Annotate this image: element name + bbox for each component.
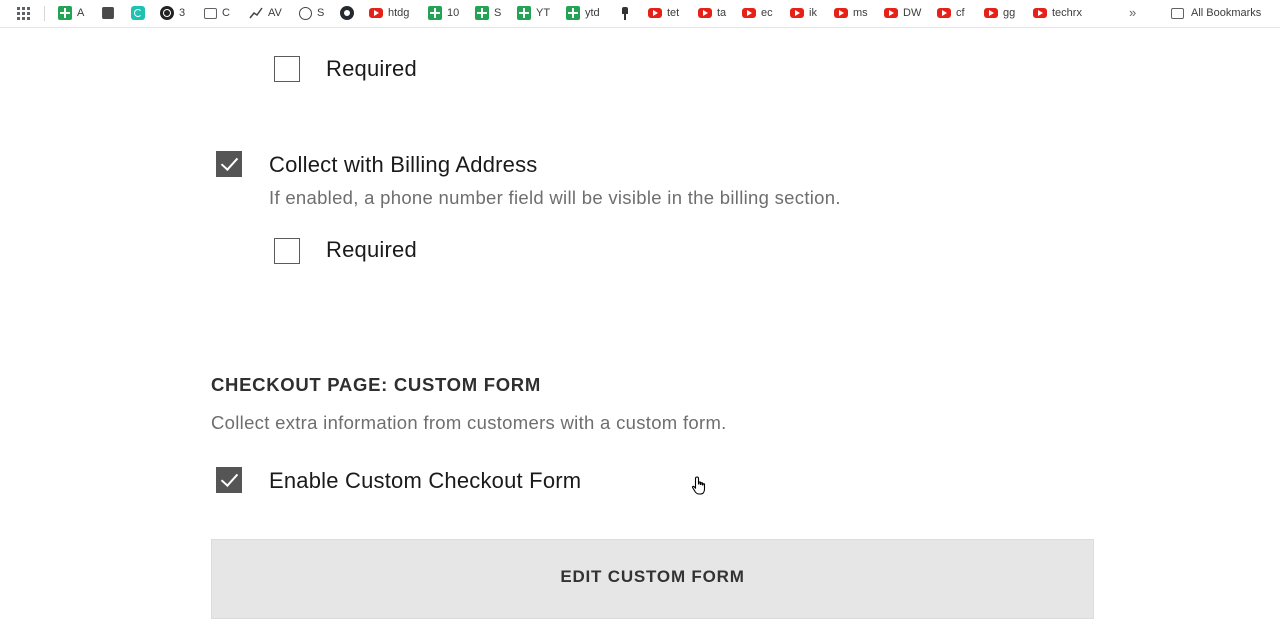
edit-custom-form-label: EDIT CUSTOM FORM bbox=[560, 567, 745, 586]
bookmark-tet[interactable]: tet bbox=[648, 5, 679, 21]
bookmark-ms[interactable]: ms bbox=[834, 5, 868, 21]
bookmark-extension[interactable] bbox=[101, 5, 120, 21]
youtube-icon bbox=[648, 8, 662, 18]
puzzle-icon bbox=[102, 7, 114, 19]
sheets-icon bbox=[428, 6, 442, 20]
all-bookmarks-button[interactable]: All Bookmarks bbox=[1171, 5, 1261, 21]
youtube-icon bbox=[884, 8, 898, 18]
youtube-icon bbox=[984, 8, 998, 18]
sheets-icon bbox=[517, 6, 531, 20]
bookmark-yt[interactable]: YT bbox=[517, 5, 550, 21]
bookmarks-divider bbox=[44, 6, 45, 21]
bookmark-s-globe[interactable]: S bbox=[299, 5, 324, 21]
required-label: Required bbox=[326, 56, 417, 81]
threads-icon bbox=[160, 6, 174, 20]
folder-icon bbox=[204, 7, 217, 19]
bookmark-pin[interactable] bbox=[621, 5, 634, 21]
bookmark-teal-app[interactable] bbox=[131, 5, 150, 21]
bookmark-ec[interactable]: ec bbox=[742, 5, 773, 21]
apps-grid-icon[interactable] bbox=[17, 7, 30, 20]
youtube-icon bbox=[369, 8, 383, 18]
sheets-icon bbox=[566, 6, 580, 20]
bookmark-a[interactable]: A bbox=[58, 5, 84, 21]
globe-icon bbox=[299, 6, 312, 20]
bookmark-cf[interactable]: cf bbox=[937, 5, 965, 21]
enable-custom-form-checkbox[interactable] bbox=[216, 467, 242, 493]
bookmark-ta[interactable]: ta bbox=[698, 5, 726, 21]
enable-custom-form-label: Enable Custom Checkout Form bbox=[269, 468, 582, 493]
edit-custom-form-button[interactable]: EDIT CUSTOM FORM bbox=[211, 539, 1094, 619]
collect-billing-description: If enabled, a phone number field will be… bbox=[269, 187, 841, 208]
bookmark-av[interactable]: AV bbox=[249, 5, 282, 21]
bookmark-s-sheet[interactable]: S bbox=[475, 5, 501, 21]
bookmark-ik[interactable]: ik bbox=[790, 5, 817, 21]
trend-icon bbox=[249, 6, 263, 20]
github-icon bbox=[340, 6, 354, 20]
folder-icon bbox=[1171, 7, 1184, 19]
pin-icon bbox=[621, 6, 629, 20]
bookmarks-bar: A 3 C AV S htdg 10 S YT ytd tet ta ec ik… bbox=[0, 0, 1280, 28]
bookmark-gg[interactable]: gg bbox=[984, 5, 1015, 21]
youtube-icon bbox=[1033, 8, 1047, 18]
bookmark-c-folder[interactable]: C bbox=[204, 5, 230, 21]
bookmark-techrx[interactable]: techrx bbox=[1033, 5, 1082, 21]
youtube-icon bbox=[698, 8, 712, 18]
bookmark-10[interactable]: 10 bbox=[428, 5, 459, 21]
sheets-icon bbox=[58, 6, 72, 20]
youtube-icon bbox=[937, 8, 951, 18]
custom-form-heading: CHECKOUT PAGE: CUSTOM FORM bbox=[211, 374, 541, 395]
youtube-icon bbox=[742, 8, 756, 18]
billing-required-label: Required bbox=[326, 237, 417, 262]
collect-billing-label: Collect with Billing Address bbox=[269, 152, 538, 177]
collect-billing-checkbox[interactable] bbox=[216, 151, 242, 177]
teal-app-icon bbox=[131, 6, 145, 20]
bookmark-dw[interactable]: DW bbox=[884, 5, 921, 21]
billing-required-checkbox[interactable] bbox=[274, 238, 300, 264]
bookmark-3[interactable]: 3 bbox=[160, 5, 185, 21]
bookmark-github[interactable] bbox=[340, 5, 359, 21]
bookmark-htdg[interactable]: htdg bbox=[369, 5, 409, 21]
youtube-icon bbox=[790, 8, 804, 18]
more-bookmarks-chevron-icon[interactable]: » bbox=[1129, 5, 1136, 20]
required-checkbox[interactable] bbox=[274, 56, 300, 82]
bookmark-ytd[interactable]: ytd bbox=[566, 5, 600, 21]
custom-form-description: Collect extra information from customers… bbox=[211, 412, 727, 433]
youtube-icon bbox=[834, 8, 848, 18]
hand-cursor-icon bbox=[691, 476, 706, 495]
sheets-icon bbox=[475, 6, 489, 20]
